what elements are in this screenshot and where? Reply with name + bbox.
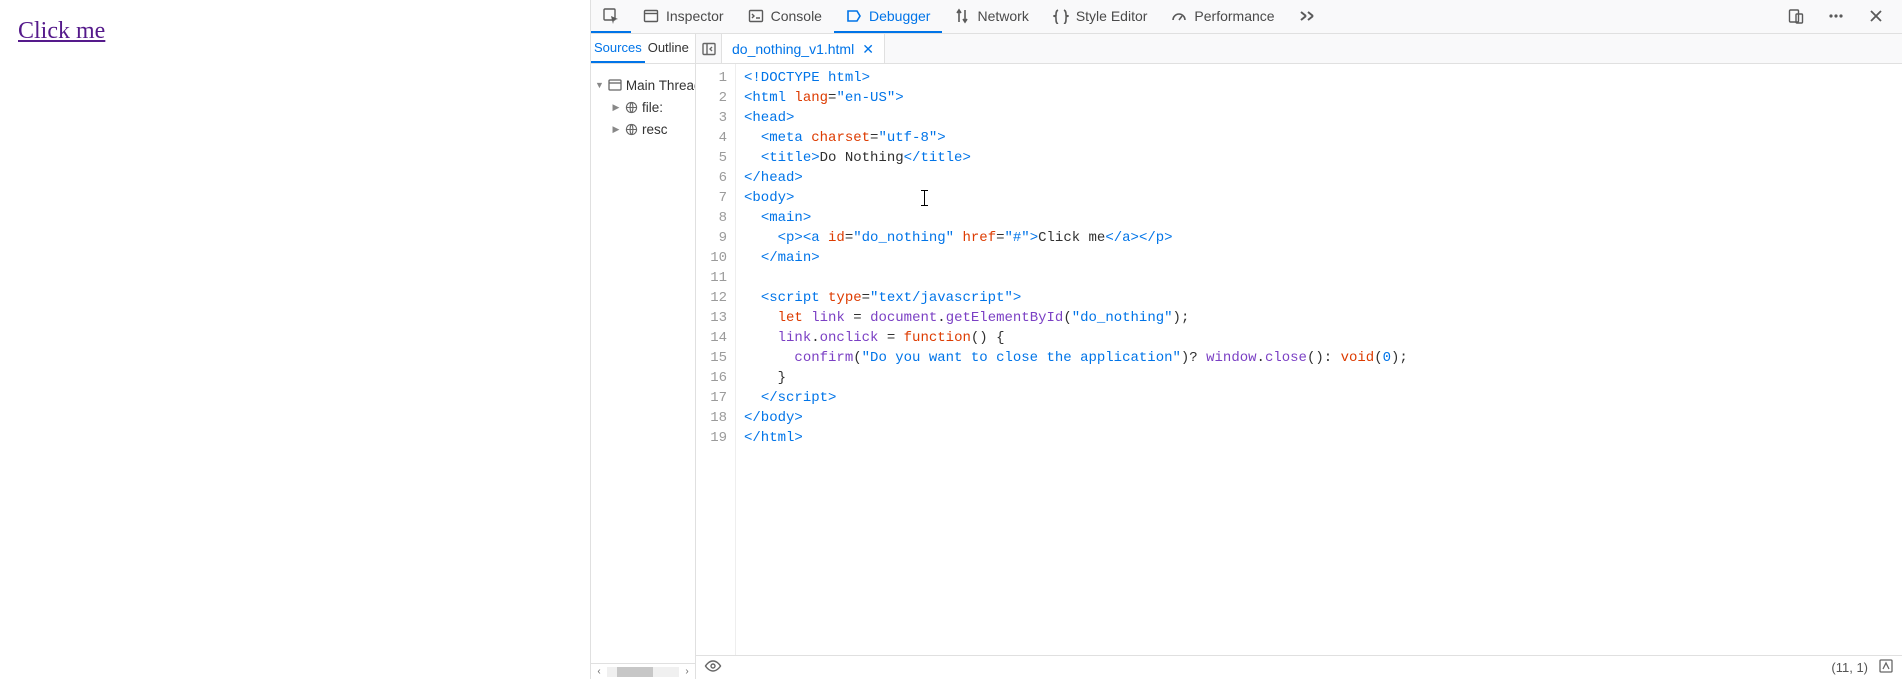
chevron-down-icon: ▼ [595,80,604,90]
globe-icon [625,101,638,114]
tree-item-resource[interactable]: ▶ resc [591,118,695,140]
watch-expressions-icon[interactable] [704,657,722,678]
chevron-right-icon: ▶ [611,124,621,135]
sources-tab-sources[interactable]: Sources [591,34,645,63]
tab-debugger[interactable]: Debugger [834,0,943,33]
scrollbar-thumb[interactable] [617,667,653,677]
collapse-panel-button[interactable] [696,34,722,63]
file-tab[interactable]: do_nothing_v1.html ✕ [722,34,885,63]
tabs-overflow-button[interactable] [1287,0,1327,33]
tab-style-editor-label: Style Editor [1076,8,1148,24]
sources-tree: ▼ Main Thread ▶ file: ▶ resc [591,64,695,663]
window-icon [608,78,622,92]
chevron-right-icon: ▶ [611,102,621,113]
file-tab-bar: do_nothing_v1.html ✕ [696,34,1902,64]
code-lines[interactable]: <!DOCTYPE html><html lang="en-US"><head>… [736,64,1408,655]
code-editor[interactable]: 12345678910111213141516171819 <!DOCTYPE … [696,64,1902,655]
scroll-left-icon[interactable]: ‹ [593,666,605,677]
sources-panel-tabs: Sources Outline [591,34,695,64]
scroll-right-icon[interactable]: › [681,666,693,677]
tab-debugger-label: Debugger [869,8,931,24]
text-caret [924,190,925,206]
sources-panel: Sources Outline ▼ Main Thread ▶ file: ▶ [591,34,696,679]
devtools-toolbar: Inspector Console Debugger Network [591,0,1902,34]
sources-horizontal-scrollbar[interactable]: ‹ › [591,663,695,679]
editor-status-bar: (11, 1) [696,655,1902,679]
tab-inspector[interactable]: Inspector [631,0,736,33]
tab-console-label: Console [771,8,822,24]
devtools-menu-button[interactable] [1816,0,1856,33]
line-number-gutter: 12345678910111213141516171819 [696,64,736,655]
tab-inspector-label: Inspector [666,8,724,24]
responsive-mode-button[interactable] [1776,0,1816,33]
mapped-source-icon[interactable] [1878,658,1894,677]
tree-item-label: resc [642,122,668,137]
tree-root-label: Main Thread [626,78,695,93]
tab-network-label: Network [977,8,1028,24]
editor-area: do_nothing_v1.html ✕ 1234567891011121314… [696,34,1902,679]
tab-performance-label: Performance [1194,8,1274,24]
element-picker-button[interactable] [591,0,631,33]
cursor-position: (11, 1) [1831,660,1868,675]
tab-performance[interactable]: Performance [1159,0,1286,33]
tab-console[interactable]: Console [736,0,834,33]
globe-icon [625,123,638,136]
devtools-close-button[interactable] [1856,0,1896,33]
rendered-page: Click me [0,0,590,679]
debugger-body: Sources Outline ▼ Main Thread ▶ file: ▶ [591,34,1902,679]
page-link-click-me[interactable]: Click me [18,18,105,44]
tab-network[interactable]: Network [942,0,1040,33]
close-tab-icon[interactable]: ✕ [862,42,874,56]
tree-main-thread[interactable]: ▼ Main Thread [591,74,695,96]
tree-item-label: file: [642,100,663,115]
sources-tab-outline[interactable]: Outline [645,34,692,63]
tab-style-editor[interactable]: Style Editor [1041,0,1160,33]
tree-item-file[interactable]: ▶ file: [591,96,695,118]
devtools-panel: Inspector Console Debugger Network [590,0,1902,679]
file-tab-label: do_nothing_v1.html [732,41,854,57]
